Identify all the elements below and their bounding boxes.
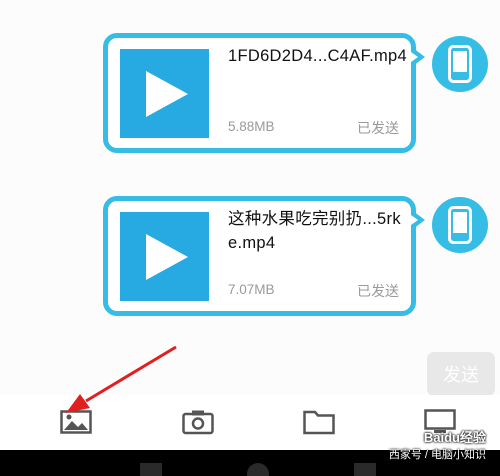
phone-icon (448, 206, 472, 244)
device-avatar[interactable] (432, 197, 488, 253)
file-size: 5.88MB (228, 119, 275, 134)
folder-button[interactable] (301, 407, 337, 437)
send-status: 已发送 (357, 120, 399, 136)
file-message-bubble[interactable]: 这种水果吃完别扔...5rke.mp4 7.07MB 已发送 (103, 196, 425, 316)
file-message-bubble[interactable]: 1FD6D2D4...C4AF.mp4 5.88MB 已发送 (103, 33, 425, 153)
image-icon (60, 410, 92, 434)
camera-icon (182, 410, 214, 435)
play-icon (146, 71, 188, 117)
watermark: Baidu经验 西家号 / 电脑小知识 (389, 427, 486, 462)
play-icon (146, 234, 188, 280)
watermark-line2: 西家号 / 电脑小知识 (388, 449, 486, 461)
home-key[interactable] (247, 463, 269, 476)
video-thumbnail[interactable] (120, 212, 209, 301)
file-name: 这种水果吃完别扔...5rke.mp4 (228, 210, 401, 252)
send-status: 已发送 (357, 283, 399, 299)
file-name: 1FD6D2D4...C4AF.mp4 (228, 47, 408, 65)
send-button[interactable]: 发送 (427, 352, 495, 396)
camera-button[interactable] (180, 407, 216, 437)
device-avatar[interactable] (432, 36, 488, 92)
back-key[interactable] (140, 463, 162, 476)
recent-key[interactable] (354, 463, 376, 476)
watermark-line1: Baidu经验 (423, 430, 486, 445)
image-button[interactable] (58, 407, 94, 437)
folder-icon (303, 410, 335, 435)
file-size: 7.07MB (228, 282, 275, 297)
video-thumbnail[interactable] (120, 49, 209, 138)
phone-icon (448, 45, 472, 83)
chat-area: 1FD6D2D4...C4AF.mp4 5.88MB 已发送 这种水果吃完别扔.… (0, 0, 500, 396)
